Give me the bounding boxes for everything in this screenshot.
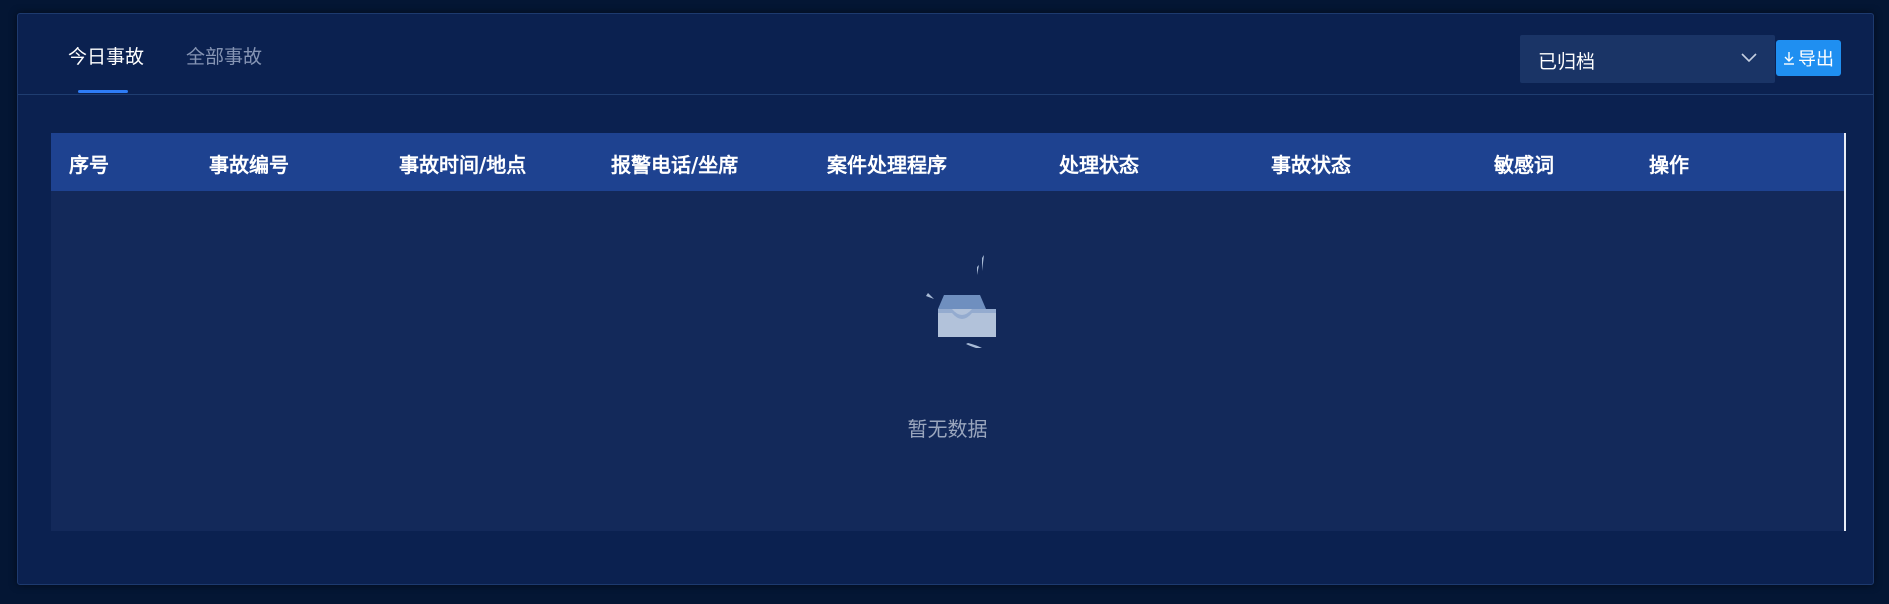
active-tab-indicator — [78, 90, 128, 93]
column-header-sensitive-words: 敏感词 — [1494, 153, 1554, 177]
column-header-case-procedure: 案件处理程序 — [827, 153, 947, 177]
status-filter-value: 已归档 — [1538, 51, 1596, 73]
export-button[interactable]: 导出 — [1776, 40, 1841, 76]
column-header-index: 序号 — [69, 153, 109, 177]
incident-panel: 今日事故 全部事故 已归档 导出 序号 事故编号 事故时间/地点 报警电话/坐席… — [17, 13, 1874, 585]
tab-today-incidents[interactable]: 今日事故 — [68, 42, 144, 69]
chevron-down-icon — [1741, 53, 1757, 63]
tabs-bar: 今日事故 全部事故 已归档 导出 — [18, 14, 1873, 95]
table-header: 序号 事故编号 事故时间/地点 报警电话/坐席 案件处理程序 处理状态 事故状态… — [51, 133, 1844, 191]
column-header-handling-status: 处理状态 — [1059, 153, 1139, 177]
column-header-actions: 操作 — [1649, 153, 1689, 177]
column-header-incident-status: 事故状态 — [1271, 153, 1351, 177]
table-right-border — [1844, 133, 1846, 531]
column-header-time-location: 事故时间/地点 — [399, 153, 527, 177]
column-header-phone-seat: 报警电话/坐席 — [611, 153, 739, 177]
status-filter-select[interactable]: 已归档 — [1520, 35, 1775, 83]
download-icon — [1784, 52, 1794, 65]
incident-table: 序号 事故编号 事故时间/地点 报警电话/坐席 案件处理程序 处理状态 事故状态… — [51, 133, 1846, 531]
column-header-incident-number: 事故编号 — [209, 153, 289, 177]
tab-all-incidents[interactable]: 全部事故 — [186, 42, 262, 69]
empty-state-text: 暂无数据 — [907, 417, 988, 441]
export-button-label: 导出 — [1798, 49, 1834, 70]
empty-box-icon — [926, 255, 996, 348]
